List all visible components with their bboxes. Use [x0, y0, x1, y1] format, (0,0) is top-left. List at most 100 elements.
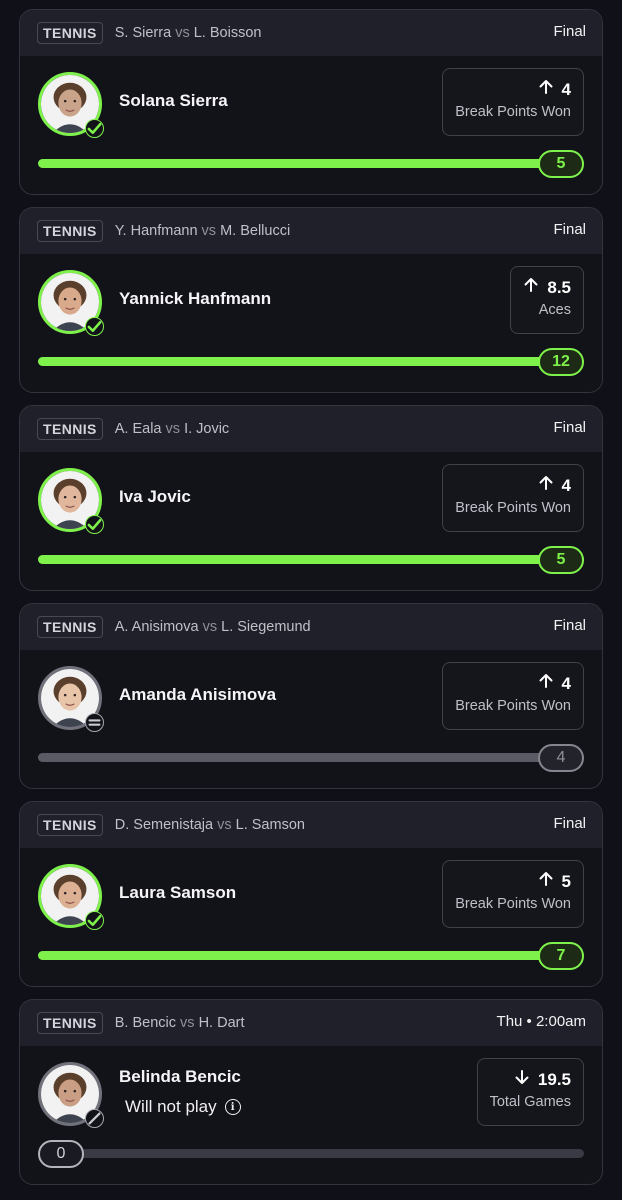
player-avatar	[38, 666, 104, 732]
progress-fill	[38, 753, 584, 762]
prop-line: 4	[455, 673, 571, 694]
progress-fill	[38, 555, 584, 564]
matchup-vs: vs	[180, 1015, 195, 1031]
matchup-player-a: D. Semenistaja	[114, 817, 214, 833]
arrow-down-icon	[514, 1069, 530, 1090]
result-value-pill: 7	[538, 942, 584, 970]
sport-badge: TENNIS	[37, 220, 103, 242]
player-status: Will not play i	[125, 1097, 241, 1117]
prop-stat-type: Total Games	[489, 1094, 571, 1110]
matchup-vs: vs	[202, 619, 218, 635]
player-name: Amanda Anisimova	[119, 685, 277, 704]
progress-fill	[38, 159, 584, 168]
card-header: TENNIS A. Anisimova vs L. Siegemund Fina…	[20, 604, 602, 650]
arrow-up-icon	[538, 871, 554, 892]
arrow-up-icon	[523, 277, 539, 298]
matchup-player-a: S. Sierra	[114, 25, 172, 41]
pick-card[interactable]: TENNIS A. Eala vs I. Jovic Final Iva Jov…	[19, 405, 603, 591]
player-avatar	[38, 270, 104, 336]
player-avatar	[38, 72, 104, 138]
matchup-vs: vs	[217, 817, 232, 833]
pick-card[interactable]: TENNIS S. Sierra vs L. Boisson Final Sol…	[19, 9, 603, 195]
result-value-pill: 5	[538, 150, 584, 178]
game-status: Final	[553, 815, 586, 832]
prop-line-value: 8.5	[547, 277, 571, 297]
matchup-vs: vs	[175, 25, 190, 41]
prop-line-value: 4	[561, 79, 571, 99]
prop-line-value: 4	[561, 673, 571, 693]
slash-icon	[85, 1109, 104, 1128]
progress-track	[38, 555, 584, 564]
result-value-pill: 4	[538, 744, 584, 772]
progress-fill	[38, 357, 584, 366]
game-status: Final	[553, 617, 586, 634]
progress-track	[38, 159, 584, 168]
check-icon	[85, 317, 104, 336]
equals-icon	[85, 713, 104, 732]
check-icon	[85, 911, 104, 930]
matchup-vs: vs	[165, 421, 181, 437]
prop-stat-type: Break Points Won	[455, 896, 571, 912]
arrow-up-icon	[538, 673, 554, 694]
prop-stat-type: Break Points Won	[455, 698, 571, 714]
arrow-up-icon	[538, 475, 554, 496]
info-icon[interactable]: i	[224, 1099, 241, 1115]
pick-card[interactable]: TENNIS Y. Hanfmann vs M. Bellucci Final …	[19, 207, 603, 393]
prop-line-box: 4 Break Points Won	[442, 662, 584, 730]
check-icon	[85, 119, 104, 138]
card-header: TENNIS D. Semenistaja vs L. Samson Final	[20, 802, 602, 848]
progress-track	[38, 753, 584, 762]
prop-line-box: 4 Break Points Won	[442, 68, 584, 136]
prop-line: 8.5	[523, 277, 571, 298]
player-avatar	[38, 1062, 104, 1128]
player-name: Laura Samson	[119, 883, 237, 902]
matchup-player-b: H. Dart	[198, 1015, 245, 1031]
sport-badge: TENNIS	[37, 1012, 103, 1034]
sport-badge: TENNIS	[37, 616, 103, 638]
sport-badge: TENNIS	[37, 814, 103, 836]
matchup-label: S. Sierra vs L. Boisson	[115, 25, 262, 41]
card-header: TENNIS Y. Hanfmann vs M. Bellucci Final	[20, 208, 602, 254]
matchup-player-b: L. Siegemund	[221, 619, 311, 635]
prop-line: 5	[455, 871, 571, 892]
prop-line: 4	[455, 475, 571, 496]
prop-line-value: 19.5	[537, 1069, 571, 1089]
matchup-label: A. Anisimova vs L. Siegemund	[115, 619, 311, 635]
sport-badge: TENNIS	[37, 418, 103, 440]
player-name: Yannick Hanfmann	[119, 289, 272, 308]
player-status-text: Will not play	[125, 1097, 217, 1116]
player-name: Iva Jovic	[119, 487, 191, 506]
prop-line-box: 19.5 Total Games	[476, 1058, 584, 1126]
result-value-pill: 5	[538, 546, 584, 574]
prop-line: 4	[455, 79, 571, 100]
pick-card[interactable]: TENNIS A. Anisimova vs L. Siegemund Fina…	[19, 603, 603, 789]
game-status: Final	[553, 221, 586, 238]
matchup-label: B. Bencic vs H. Dart	[115, 1015, 245, 1031]
result-value-pill: 0	[38, 1140, 84, 1168]
matchup-player-a: A. Eala	[114, 421, 162, 437]
matchup-player-b: L. Boisson	[193, 25, 262, 41]
matchup-player-b: I. Jovic	[184, 421, 230, 437]
pick-card[interactable]: TENNIS B. Bencic vs H. Dart Thu • 2:00am…	[19, 999, 603, 1185]
game-status: Final	[553, 23, 586, 40]
matchup-player-b: M. Bellucci	[220, 223, 291, 239]
matchup-label: A. Eala vs I. Jovic	[115, 421, 229, 437]
prop-line-box: 8.5 Aces	[510, 266, 584, 334]
prop-stat-type: Break Points Won	[455, 500, 571, 516]
player-name: Solana Sierra	[119, 91, 228, 110]
sport-badge: TENNIS	[37, 22, 103, 44]
matchup-label: Y. Hanfmann vs M. Bellucci	[115, 223, 290, 239]
card-header: TENNIS B. Bencic vs H. Dart Thu • 2:00am	[20, 1000, 602, 1046]
matchup-vs: vs	[201, 223, 217, 239]
player-avatar	[38, 864, 104, 930]
check-icon	[85, 515, 104, 534]
prop-stat-type: Aces	[538, 302, 571, 318]
pick-card[interactable]: TENNIS D. Semenistaja vs L. Samson Final…	[19, 801, 603, 987]
prop-line-box: 4 Break Points Won	[442, 464, 584, 532]
matchup-label: D. Semenistaja vs L. Samson	[115, 817, 305, 833]
progress-track	[38, 951, 584, 960]
progress-track	[38, 357, 584, 366]
matchup-player-b: L. Samson	[235, 817, 305, 833]
prop-line-value: 4	[561, 475, 571, 495]
progress-fill	[38, 951, 584, 960]
